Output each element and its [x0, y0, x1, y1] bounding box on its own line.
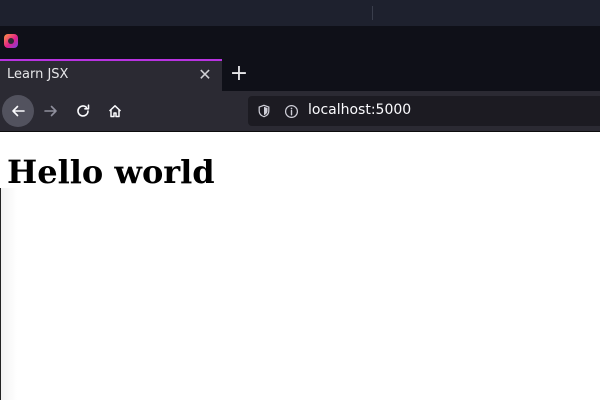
page-heading: Hello world — [7, 153, 215, 191]
tab-learn-jsx[interactable]: Learn JSX ✕ — [0, 59, 222, 91]
new-tab-button[interactable]: + — [228, 63, 250, 86]
tab-title: Learn JSX — [7, 67, 69, 82]
forward-button[interactable] — [35, 95, 67, 127]
url-bar[interactable]: localhost:5000 — [248, 96, 600, 126]
url-text[interactable]: localhost:5000 — [308, 102, 411, 118]
reload-icon — [77, 104, 90, 117]
firefox-app-icon[interactable] — [4, 34, 18, 48]
back-button[interactable] — [2, 95, 34, 127]
reload-button[interactable] — [67, 95, 99, 127]
panel-divider — [372, 6, 373, 20]
os-taskbar — [0, 26, 600, 59]
home-icon — [108, 105, 122, 118]
page-content: Hello world — [0, 132, 600, 400]
os-top-panel — [0, 0, 600, 26]
tab-strip: Learn JSX ✕ + — [0, 59, 600, 91]
page-left-shadow — [1, 188, 17, 400]
info-icon[interactable] — [283, 103, 299, 119]
shield-icon[interactable] — [256, 103, 272, 119]
page-left-border — [0, 188, 1, 400]
arrow-right-icon — [44, 105, 57, 117]
arrow-left-icon — [12, 105, 25, 117]
close-tab-icon[interactable]: ✕ — [196, 66, 214, 84]
home-button[interactable] — [99, 95, 131, 127]
